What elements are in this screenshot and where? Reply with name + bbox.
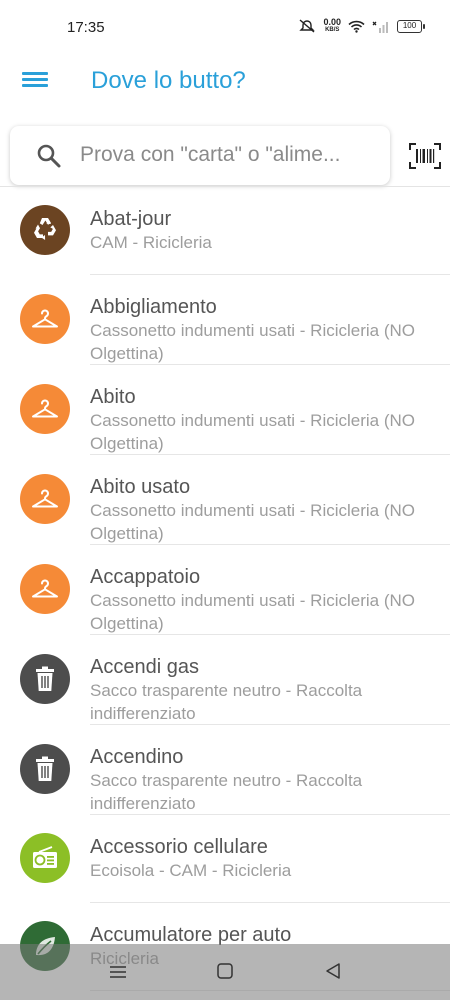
- page-title: Dove lo butto?: [91, 67, 246, 94]
- back-nav-icon[interactable]: [324, 962, 342, 985]
- recycle-icon: [20, 205, 70, 255]
- list-item[interactable]: Accappatoio Cassonetto indumenti usati - …: [0, 545, 450, 635]
- mute-icon: [298, 19, 316, 33]
- hanger-icon: [20, 294, 70, 344]
- item-subtitle: Sacco trasparente neutro - Raccolta indi…: [90, 771, 363, 813]
- search-bar[interactable]: [10, 126, 390, 185]
- item-title: Abito: [90, 386, 136, 408]
- network-speed: 0.00 KB/S: [323, 17, 341, 34]
- list-item[interactable]: Accessorio cellulare Ecoisola - CAM - Ric…: [0, 815, 450, 903]
- menu-nav-icon[interactable]: [108, 962, 128, 987]
- hanger-icon: [20, 384, 70, 434]
- item-title: Accappatoio: [90, 566, 201, 588]
- app-bar: Dove lo butto?: [0, 56, 450, 106]
- search-icon: [36, 143, 62, 174]
- hanger-icon: [20, 474, 70, 524]
- signal-icon: [372, 20, 390, 33]
- item-title: Accendi gas: [90, 656, 199, 678]
- barcode-scanner-icon[interactable]: [409, 143, 441, 169]
- item-subtitle: Ecoisola - CAM - Ricicleria: [90, 861, 292, 880]
- list-item[interactable]: Abito Cassonetto indumenti usati - Ricicl…: [0, 365, 450, 455]
- home-nav-icon[interactable]: [216, 962, 234, 985]
- item-subtitle: Sacco trasparente neutro - Raccolta indi…: [90, 681, 363, 723]
- item-title: Abat-jour: [90, 208, 172, 230]
- list-item[interactable]: Accendi gas Sacco trasparente neutro - Ra…: [0, 635, 450, 725]
- item-subtitle: CAM - Ricicleria: [90, 233, 212, 252]
- item-title: Accendino: [90, 746, 184, 768]
- trash-icon: [20, 654, 70, 704]
- radio-icon: [20, 833, 70, 883]
- item-title: Abbigliamento: [90, 296, 217, 318]
- item-title: Accessorio cellulare: [90, 836, 268, 858]
- list-item[interactable]: Abat-jour CAM - Ricicleria: [0, 187, 450, 275]
- list-item[interactable]: Abbigliamento Cassonetto indumenti usati …: [0, 275, 450, 365]
- list-item[interactable]: Accendino Sacco trasparente neutro - Racc…: [0, 725, 450, 815]
- item-subtitle: Cassonetto indumenti usati - Ricicleria …: [90, 591, 416, 633]
- system-navigation-bar: [0, 944, 450, 1000]
- wifi-icon: [348, 20, 365, 33]
- trash-icon: [20, 744, 70, 794]
- battery-icon: 100: [397, 19, 425, 33]
- search-input[interactable]: [80, 140, 380, 170]
- status-time: 17:35: [67, 19, 105, 36]
- status-bar: 17:35 0.00 KB/S 100: [0, 0, 450, 56]
- status-icons: 0.00 KB/S 100: [298, 17, 425, 34]
- item-subtitle: Cassonetto indumenti usati - Ricicleria …: [90, 501, 416, 543]
- item-title: Abito usato: [90, 476, 191, 498]
- hanger-icon: [20, 564, 70, 614]
- menu-icon[interactable]: [22, 69, 48, 91]
- item-subtitle: Cassonetto indumenti usati - Ricicleria …: [90, 321, 416, 363]
- waste-item-list: Abat-jour CAM - Ricicleria Abbigliamento Ca…: [0, 187, 450, 991]
- item-subtitle: Cassonetto indumenti usati - Ricicleria …: [90, 411, 416, 453]
- list-item[interactable]: Abito usato Cassonetto indumenti usati - …: [0, 455, 450, 545]
